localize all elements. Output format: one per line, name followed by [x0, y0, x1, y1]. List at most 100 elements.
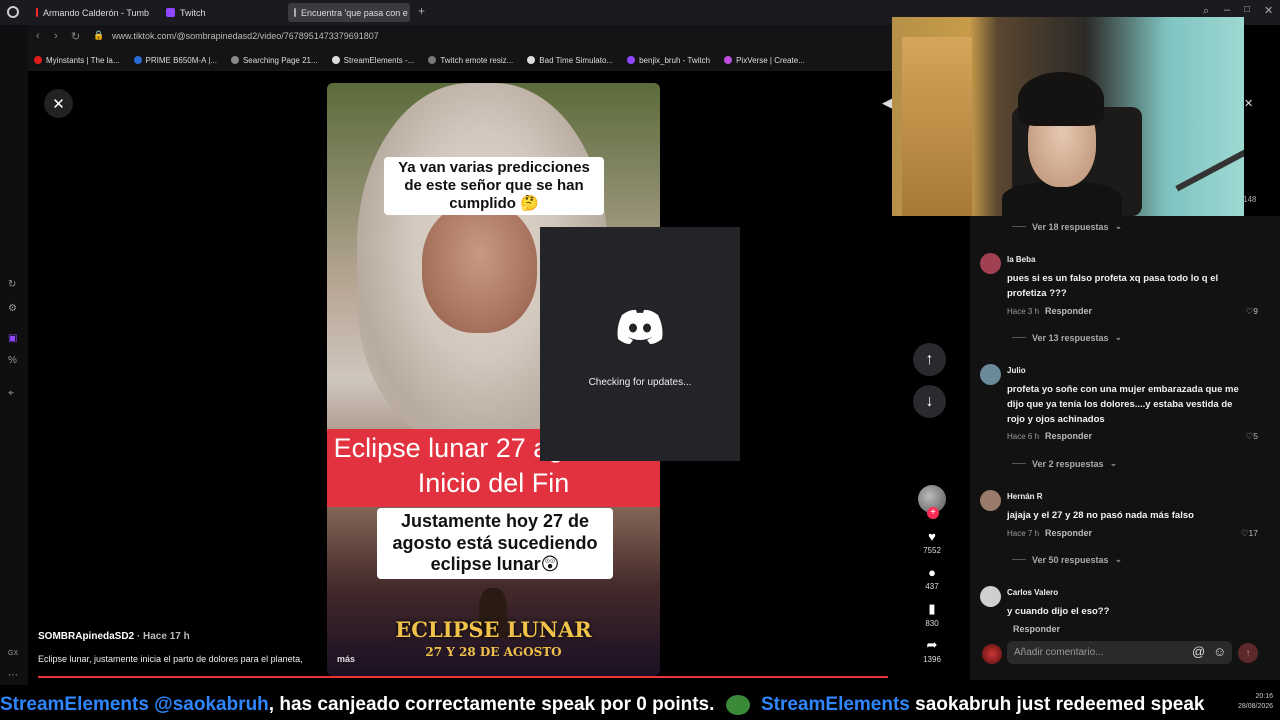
poster-title: ECLIPSE LUNAR	[395, 617, 592, 642]
view-replies-button[interactable]: Ver 50 respuestas ⌄	[1012, 554, 1122, 565]
url-field[interactable]: www.tiktok.com/@sombrapinedasd2/video/76…	[112, 31, 379, 41]
ticker-source: StreamElements @saokabruh	[0, 694, 269, 715]
share-count: 1396	[923, 655, 941, 664]
save-count: 830	[925, 619, 939, 628]
bookmark-icon	[724, 56, 733, 64]
comment-time: Hace 7 h	[1007, 529, 1040, 538]
like-button[interactable]: ♥ 7552	[915, 529, 949, 555]
more-link[interactable]: más	[337, 654, 355, 664]
bookmark[interactable]: Myinstants | The la...	[34, 56, 120, 65]
close-icon: ✕	[52, 95, 65, 113]
comment-like-button[interactable]: ♡5	[1246, 431, 1258, 442]
discord-logo-icon	[617, 309, 663, 344]
pin-icon[interactable]: ⌖	[8, 388, 14, 399]
comment-avatar[interactable]	[980, 490, 1001, 511]
bookmark[interactable]: PRIME B650M-A |...	[133, 56, 217, 65]
webcam-mic-arm	[1175, 148, 1244, 192]
comment-avatar[interactable]	[980, 586, 1001, 607]
volume-icon[interactable]: ◀	[882, 95, 892, 111]
comment-user[interactable]: la Beba	[1007, 255, 1035, 264]
bookmark[interactable]: Bad Time Simulato...	[527, 56, 613, 65]
tab-youtube[interactable]: Armando Calderón - Tumb	[30, 3, 155, 22]
reply-button[interactable]: Responder	[1013, 624, 1060, 634]
follow-button[interactable]: +	[927, 507, 939, 519]
discord-updater-window: Checking for updates...	[540, 227, 740, 461]
comments-panel: Ver 18 respuestas ⌄ la Beba pues si es un…	[970, 216, 1280, 640]
bookmark-label: benjix_bruh - Twitch	[639, 55, 711, 65]
gx-icon[interactable]: GX	[8, 650, 18, 657]
next-video-button[interactable]: ↓	[913, 385, 946, 418]
comment-like-button[interactable]: ♡9	[1246, 306, 1258, 317]
forward-icon[interactable]: ›	[54, 30, 58, 42]
heart-icon: ♥	[928, 529, 936, 544]
ticker-message: , has canjeado correctamente speak por 0…	[268, 694, 715, 715]
comment-time: Hace 6 h	[1007, 432, 1040, 441]
share-button[interactable]: ➦ 1396	[915, 637, 949, 664]
view-replies-label: Ver 13 respuestas	[1032, 332, 1109, 343]
heart-outline-icon: ♡	[1240, 528, 1249, 538]
stream-ticker: StreamElements @saokabruh, has canjeado …	[0, 690, 1280, 720]
comment-input-placeholder: Añadir comentario...	[1014, 647, 1104, 658]
reply-button[interactable]: Responder	[1045, 431, 1092, 441]
browser-logo-icon[interactable]	[7, 6, 19, 18]
video-progress-bar[interactable]	[38, 676, 888, 678]
bookmark[interactable]: benjix_bruh - Twitch	[627, 56, 710, 65]
emoji-icon[interactable]: ☺	[1213, 644, 1226, 659]
comment-user[interactable]: Julio	[1007, 366, 1026, 375]
author-name[interactable]: SOMBRApinedaSD2	[38, 631, 134, 642]
pepe-emote-icon	[725, 694, 750, 715]
extension-icon[interactable]: ⚙	[8, 303, 17, 314]
comment-avatar[interactable]	[980, 364, 1001, 385]
chevron-down-icon: ⌄	[1114, 332, 1123, 342]
view-replies-button[interactable]: Ver 2 respuestas ⌄	[1012, 458, 1117, 469]
send-comment-button[interactable]: ↑	[1238, 643, 1258, 663]
close-video-button[interactable]: ✕	[44, 89, 73, 118]
webcam-shirt	[1002, 182, 1122, 216]
chevron-down-icon: ⌄	[1114, 554, 1123, 564]
ticker-source: StreamElements	[760, 694, 910, 715]
save-button[interactable]: ▮ 830	[915, 601, 949, 628]
view-replies-button[interactable]: Ver 13 respuestas ⌄	[1012, 332, 1122, 343]
close-window-icon[interactable]: ✕	[1264, 4, 1273, 17]
user-avatar	[982, 644, 1002, 664]
percent-icon[interactable]: %	[8, 355, 17, 366]
maximize-icon[interactable]: □	[1244, 4, 1250, 15]
comment-user[interactable]: Hernán R	[1007, 492, 1043, 501]
bookmark-label: Bad Time Simulato...	[539, 55, 614, 65]
comment-input[interactable]: Añadir comentario... @ ☺	[1007, 641, 1232, 664]
comment-text: profeta yo soñe con una mujer embarazada…	[1007, 384, 1239, 425]
more-icon[interactable]: ⋯	[8, 670, 18, 681]
bookmark[interactable]: PixVerse | Create...	[724, 56, 805, 65]
bookmark[interactable]: StreamElements -...	[331, 56, 414, 65]
clock-time: 20:16	[1255, 693, 1274, 700]
bookmark[interactable]: Twitch emote resiz...	[428, 56, 513, 65]
reply-button[interactable]: Responder	[1045, 528, 1092, 538]
mention-icon[interactable]: @	[1192, 644, 1205, 659]
tab-tiktok[interactable]: Encuentra 'que pasa con e	[288, 3, 410, 22]
ticker-message: saokabruh just redeemed speak	[909, 694, 1205, 715]
reload-icon[interactable]: ↻	[71, 30, 80, 43]
comment-meta: Hace 3 h Responder	[1007, 306, 1092, 316]
back-icon[interactable]: ‹	[36, 30, 40, 42]
comment-user[interactable]: Carlos Valero	[1007, 588, 1058, 597]
comment-avatar[interactable]	[980, 253, 1001, 274]
close-panel-icon[interactable]: ✕	[1244, 97, 1253, 110]
reply-button[interactable]: Responder	[1045, 306, 1092, 316]
previous-video-button[interactable]: ↑	[913, 343, 946, 376]
comment-text: pues si es un falso profeta xq pasa todo…	[1007, 273, 1219, 299]
comments-count: 148	[1243, 195, 1257, 204]
bookmark-icon	[34, 56, 42, 64]
comment-button[interactable]: ● 437	[915, 565, 949, 591]
view-replies-label: Ver 18 respuestas	[1032, 221, 1109, 232]
bookmark-label: Myinstants | The la...	[46, 55, 120, 65]
comment-like-button[interactable]: ♡17	[1241, 528, 1258, 539]
tab-twitch[interactable]: Twitch	[160, 3, 280, 22]
history-icon[interactable]: ↻	[8, 279, 16, 290]
author-line: SOMBRApinedaSD2 · Hace 17 h	[38, 631, 190, 642]
new-tab-button[interactable]: +	[418, 4, 425, 18]
discord-status-text: Checking for updates...	[588, 377, 692, 388]
bookmark[interactable]: Searching Page 21...	[230, 56, 318, 65]
minimize-icon[interactable]: –	[1224, 4, 1230, 16]
view-replies-button[interactable]: Ver 18 respuestas ⌄	[1012, 221, 1122, 232]
twitch-sidebar-icon[interactable]: ▣	[8, 333, 17, 344]
